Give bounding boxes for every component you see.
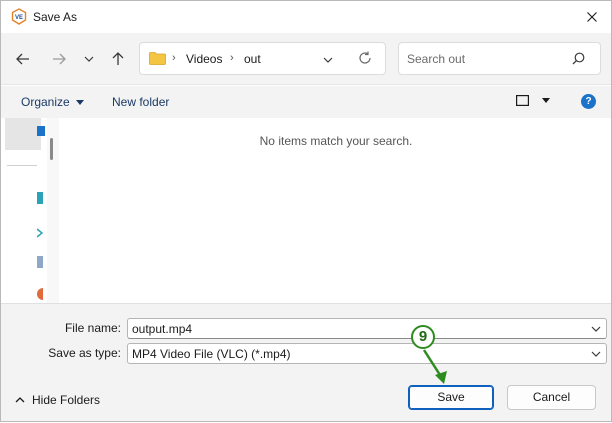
save-form: File name: Save as type: MP4 Video File … (1, 303, 611, 421)
refresh-icon[interactable] (358, 51, 372, 65)
chevron-icon (37, 228, 43, 238)
help-button[interactable]: ? (581, 94, 596, 109)
navigation-bar: › Videos › out (1, 33, 611, 85)
caret-down-icon (542, 98, 550, 103)
hide-folders-label: Hide Folders (32, 393, 101, 407)
cancel-button[interactable]: Cancel (507, 385, 596, 410)
nav-item-home[interactable] (5, 220, 43, 250)
save-as-dialog: VE Save As › Videos › out Search out Org… (0, 0, 612, 422)
up-button[interactable] (106, 47, 130, 71)
empty-state-message: No items match your search. (259, 134, 413, 148)
nav-item-documents[interactable] (5, 250, 43, 280)
close-button[interactable] (579, 5, 605, 29)
nav-divider (7, 165, 37, 166)
scrollbar-thumb[interactable] (50, 138, 53, 160)
breadcrumb-out[interactable]: out (244, 52, 261, 66)
music-icon (37, 288, 43, 300)
nav-item-selected[interactable] (5, 118, 45, 150)
hide-folders-button[interactable]: Hide Folders (15, 393, 100, 407)
chevron-down-icon[interactable] (591, 326, 601, 332)
save-button[interactable]: Save (408, 385, 494, 410)
breadcrumb-videos[interactable]: Videos (186, 52, 222, 66)
forward-button[interactable] (47, 47, 71, 71)
gallery-icon (37, 192, 43, 204)
chevron-up-icon (15, 397, 25, 403)
step-number-badge: 9 (411, 325, 435, 349)
arrow-right-icon (53, 53, 66, 65)
arrow-up-icon (112, 52, 124, 65)
search-box (398, 42, 601, 75)
save-as-type-select[interactable]: MP4 Video File (VLC) (*.mp4) (127, 343, 607, 364)
file-name-combobox (127, 318, 607, 339)
command-bar: Organize New folder ? (1, 86, 611, 118)
chevron-down-icon (84, 56, 94, 62)
chevron-down-icon (591, 351, 601, 357)
breadcrumb-separator-icon: › (230, 52, 234, 64)
close-icon (587, 12, 597, 22)
title-bar: VE Save As (1, 1, 611, 33)
search-icon[interactable] (572, 52, 585, 65)
organize-button[interactable]: Organize (21, 95, 84, 109)
file-name-label: File name: (64, 321, 121, 335)
breadcrumb-separator-icon: › (172, 52, 176, 64)
file-list[interactable]: No items match your search. (61, 118, 611, 303)
recent-locations-button[interactable] (77, 47, 101, 71)
organize-label: Organize (21, 95, 70, 109)
svg-text:VE: VE (15, 15, 23, 21)
back-button[interactable] (11, 47, 35, 71)
address-history-chevron-icon[interactable] (323, 57, 333, 63)
save-as-type-label: Save as type: (48, 346, 121, 360)
new-folder-label: New folder (112, 95, 170, 109)
window-title: Save As (33, 10, 78, 24)
address-bar[interactable]: › Videos › out (139, 42, 386, 75)
navigation-pane-scrollbar[interactable] (47, 118, 59, 303)
app-logo-icon: VE (11, 8, 27, 25)
file-name-input[interactable] (132, 322, 572, 336)
folder-icon (149, 52, 166, 65)
desktop-icon (37, 126, 45, 136)
change-view-button[interactable] (516, 95, 550, 106)
new-folder-button[interactable]: New folder (112, 95, 169, 109)
view-pane-icon (516, 95, 529, 106)
caret-down-icon (75, 99, 84, 105)
nav-item-music[interactable] (5, 282, 43, 303)
arrow-left-icon (16, 53, 29, 65)
navigation-pane (1, 118, 45, 303)
search-input[interactable] (407, 51, 567, 67)
nav-item-gallery[interactable] (5, 186, 43, 216)
save-as-type-value: MP4 Video File (VLC) (*.mp4) (132, 347, 291, 361)
document-icon (37, 256, 43, 268)
